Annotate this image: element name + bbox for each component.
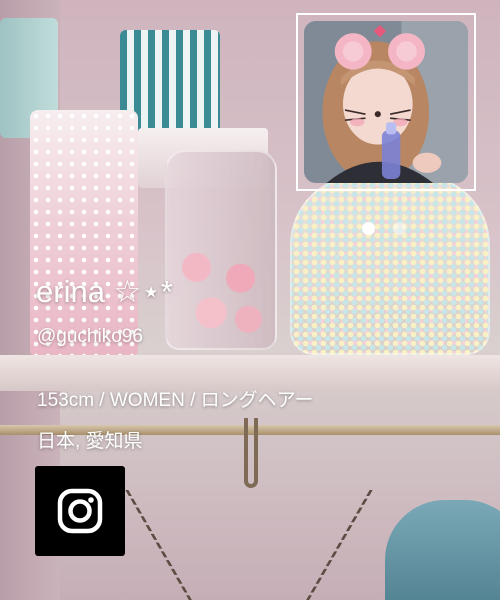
background-hook <box>244 418 258 488</box>
instagram-link-button[interactable] <box>35 466 125 556</box>
photo-thumbnail-icon <box>304 21 468 183</box>
profile-photo-thumbnail[interactable] <box>296 13 476 191</box>
background-cup-stack <box>30 110 138 355</box>
background-sprinkle-jar <box>290 175 490 355</box>
profile-username: @guchiko96 <box>37 326 143 347</box>
instagram-icon <box>57 488 103 534</box>
profile-display-name: erina ☆⋆* <box>36 274 173 309</box>
profile-attributes: 153cm / WOMEN / ロングヘアー <box>37 390 314 411</box>
profile-screen: erina ☆⋆* @guchiko96 153cm / WOMEN / ロング… <box>0 0 500 600</box>
carousel-dot[interactable] <box>393 222 406 235</box>
profile-photo <box>304 21 468 183</box>
background-kettle <box>385 500 500 600</box>
profile-location: 日本, 愛知県 <box>37 431 143 452</box>
photo-carousel-indicator <box>362 222 406 235</box>
carousel-dot-active[interactable] <box>362 222 375 235</box>
background-candy <box>172 235 270 343</box>
